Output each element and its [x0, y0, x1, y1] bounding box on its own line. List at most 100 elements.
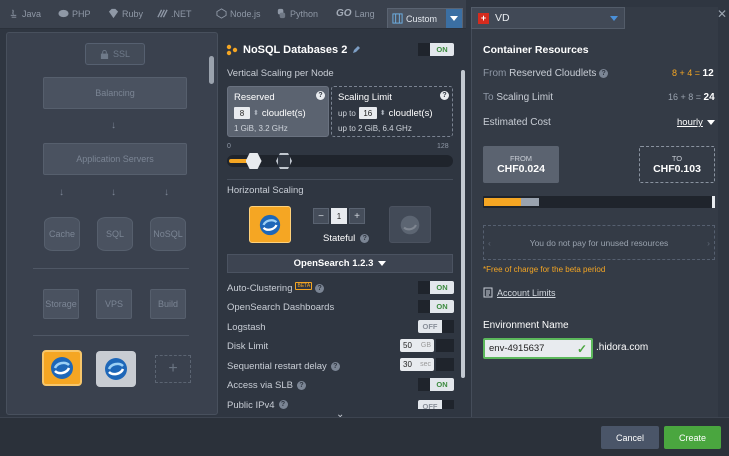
cancel-button[interactable]: Cancel — [601, 426, 659, 449]
help-icon[interactable]: ? — [599, 68, 609, 78]
chevron-down-icon — [450, 16, 458, 21]
tab-dotnet[interactable]: .NET — [157, 8, 192, 19]
custom-icon — [392, 13, 403, 24]
add-node-button[interactable]: + — [155, 355, 191, 383]
nosql-block[interactable]: NoSQL — [150, 217, 186, 251]
to-limit-label: To Scaling Limit — [483, 92, 554, 103]
opensearch-dashboards-node[interactable] — [96, 351, 136, 387]
increment-button[interactable]: + — [349, 208, 365, 224]
arrow-down-icon: ↓ — [111, 187, 116, 198]
vps-block[interactable]: VPS — [96, 289, 132, 319]
topology-scrollbar[interactable] — [209, 56, 214, 84]
setting-auto-clustering: Auto-Clustering BETA ? — [227, 281, 325, 294]
reserved-title: Reserved — [234, 92, 275, 103]
custom-dropdown-button[interactable] — [446, 9, 462, 28]
tab-php[interactable]: PHP — [58, 8, 91, 19]
auto-clustering-toggle[interactable]: ON — [418, 281, 454, 294]
opensearch-logo-icon — [259, 214, 281, 235]
swiss-flag-icon: + — [478, 12, 489, 24]
ruby-icon — [108, 8, 119, 19]
topology-panel: SSL Balancing ↓ Application Servers ↓ ↓ … — [6, 32, 218, 415]
cost-period-select[interactable]: hourly — [677, 117, 715, 128]
setting-slb: Access via SLB ? — [227, 380, 306, 391]
stepper-arrows-icon[interactable]: ⬍ — [380, 109, 386, 117]
divider — [33, 335, 189, 336]
env-name-input[interactable]: env-4915637 ✓ — [483, 338, 593, 359]
setting-dashboards: OpenSearch Dashboards — [227, 302, 335, 313]
help-icon[interactable]: ? — [440, 91, 449, 100]
decrement-button[interactable]: − — [313, 208, 329, 224]
chevron-down-icon — [610, 16, 618, 21]
account-limits-link[interactable]: Account Limits — [483, 287, 556, 298]
chevron-down-icon — [706, 120, 715, 125]
stepper-arrows-icon[interactable]: ⬍ — [253, 109, 259, 117]
help-icon[interactable]: ? — [316, 91, 325, 100]
go-icon: GO — [336, 8, 352, 19]
edit-icon[interactable] — [352, 46, 361, 54]
node-count-input[interactable]: 1 — [331, 208, 347, 224]
nodejs-icon — [216, 8, 227, 19]
limit-title: Scaling Limit — [338, 92, 392, 103]
node-enabled-toggle[interactable]: ON — [418, 43, 454, 56]
version-select[interactable]: OpenSearch 1.2.3 — [227, 254, 453, 273]
scaling-mode[interactable]: Stateful ? — [323, 233, 370, 244]
node-type-icon — [249, 206, 291, 243]
tab-go[interactable]: GO Lang — [336, 8, 375, 19]
public-ipv4-toggle[interactable]: OFF — [418, 400, 454, 409]
opensearch-logo-icon — [105, 358, 127, 380]
tab-java[interactable]: Java — [8, 8, 41, 19]
opensearch-node-selected[interactable] — [42, 350, 82, 386]
chevron-right-icon: › — [707, 237, 710, 248]
from-reserved-value: 8 + 4 = 12 — [672, 68, 714, 79]
logstash-toggle[interactable]: OFF — [418, 320, 454, 333]
help-icon[interactable]: ? — [330, 362, 340, 371]
storage-block[interactable]: Storage — [43, 289, 79, 319]
tab-nodejs[interactable]: Node.js — [216, 8, 261, 19]
arrow-down-icon: ↓ — [59, 187, 64, 198]
divider — [227, 179, 453, 180]
price-from-box: FROM CHF0.024 — [483, 146, 559, 183]
slider-max-label: 128 — [437, 143, 449, 150]
node-count-stepper: − 1 + — [313, 208, 365, 224]
region-select[interactable]: + VD — [471, 7, 625, 29]
cache-block[interactable]: Cache — [44, 217, 80, 251]
horizontal-node-placeholder — [389, 206, 431, 243]
slb-toggle[interactable]: ON — [418, 378, 454, 391]
help-icon[interactable]: ? — [315, 284, 325, 293]
nodes-icon — [226, 44, 238, 56]
estimated-cost-label: Estimated Cost — [483, 117, 551, 128]
limit-unit: cloudlet(s) — [388, 107, 433, 119]
create-button[interactable]: Create — [664, 426, 721, 449]
tab-ruby[interactable]: Ruby — [108, 8, 143, 19]
setting-public-ipv4: Public IPv4 ? — [227, 400, 288, 409]
help-icon[interactable]: ? — [297, 381, 306, 390]
opensearch-logo-icon — [400, 215, 420, 234]
help-icon[interactable]: ? — [278, 400, 288, 409]
reserved-unit: cloudlet(s) — [261, 107, 306, 119]
help-icon[interactable]: ? — [360, 234, 370, 243]
chevron-down-icon — [378, 261, 387, 266]
document-icon — [483, 287, 493, 298]
restart-delay-input[interactable]: 30 sec — [400, 358, 434, 371]
limit-cloudlets-input[interactable]: 16 — [358, 107, 377, 119]
sql-block[interactable]: SQL — [97, 217, 133, 251]
restart-delay-stepper[interactable] — [436, 358, 454, 371]
reserved-cloudlets-box: Reserved ? 8 ⬍ cloudlet(s) 1 GiB, 3.2 GH… — [227, 86, 329, 137]
disk-limit-stepper[interactable] — [436, 339, 454, 352]
tab-python[interactable]: Python — [276, 8, 318, 19]
setting-disk-limit: Disk Limit — [227, 341, 269, 352]
dotnet-icon — [157, 9, 168, 18]
reserved-cloudlets-input[interactable]: 8 — [234, 107, 250, 119]
build-block[interactable]: Build — [150, 289, 186, 319]
chevron-left-icon: ‹ — [488, 237, 491, 248]
dashboards-toggle[interactable]: ON — [418, 300, 454, 313]
balancing-block[interactable]: Balancing — [43, 77, 187, 109]
settings-scrollbar[interactable] — [461, 70, 465, 378]
close-icon[interactable]: ✕ — [717, 7, 727, 21]
tab-custom[interactable]: Custom — [387, 8, 463, 28]
setting-logstash: Logstash — [227, 322, 266, 333]
disk-limit-input[interactable]: 50 GB — [400, 339, 434, 352]
ssl-toggle[interactable]: SSL — [85, 43, 145, 65]
cost-range-end — [712, 196, 715, 208]
app-servers-block[interactable]: Application Servers — [43, 143, 187, 175]
